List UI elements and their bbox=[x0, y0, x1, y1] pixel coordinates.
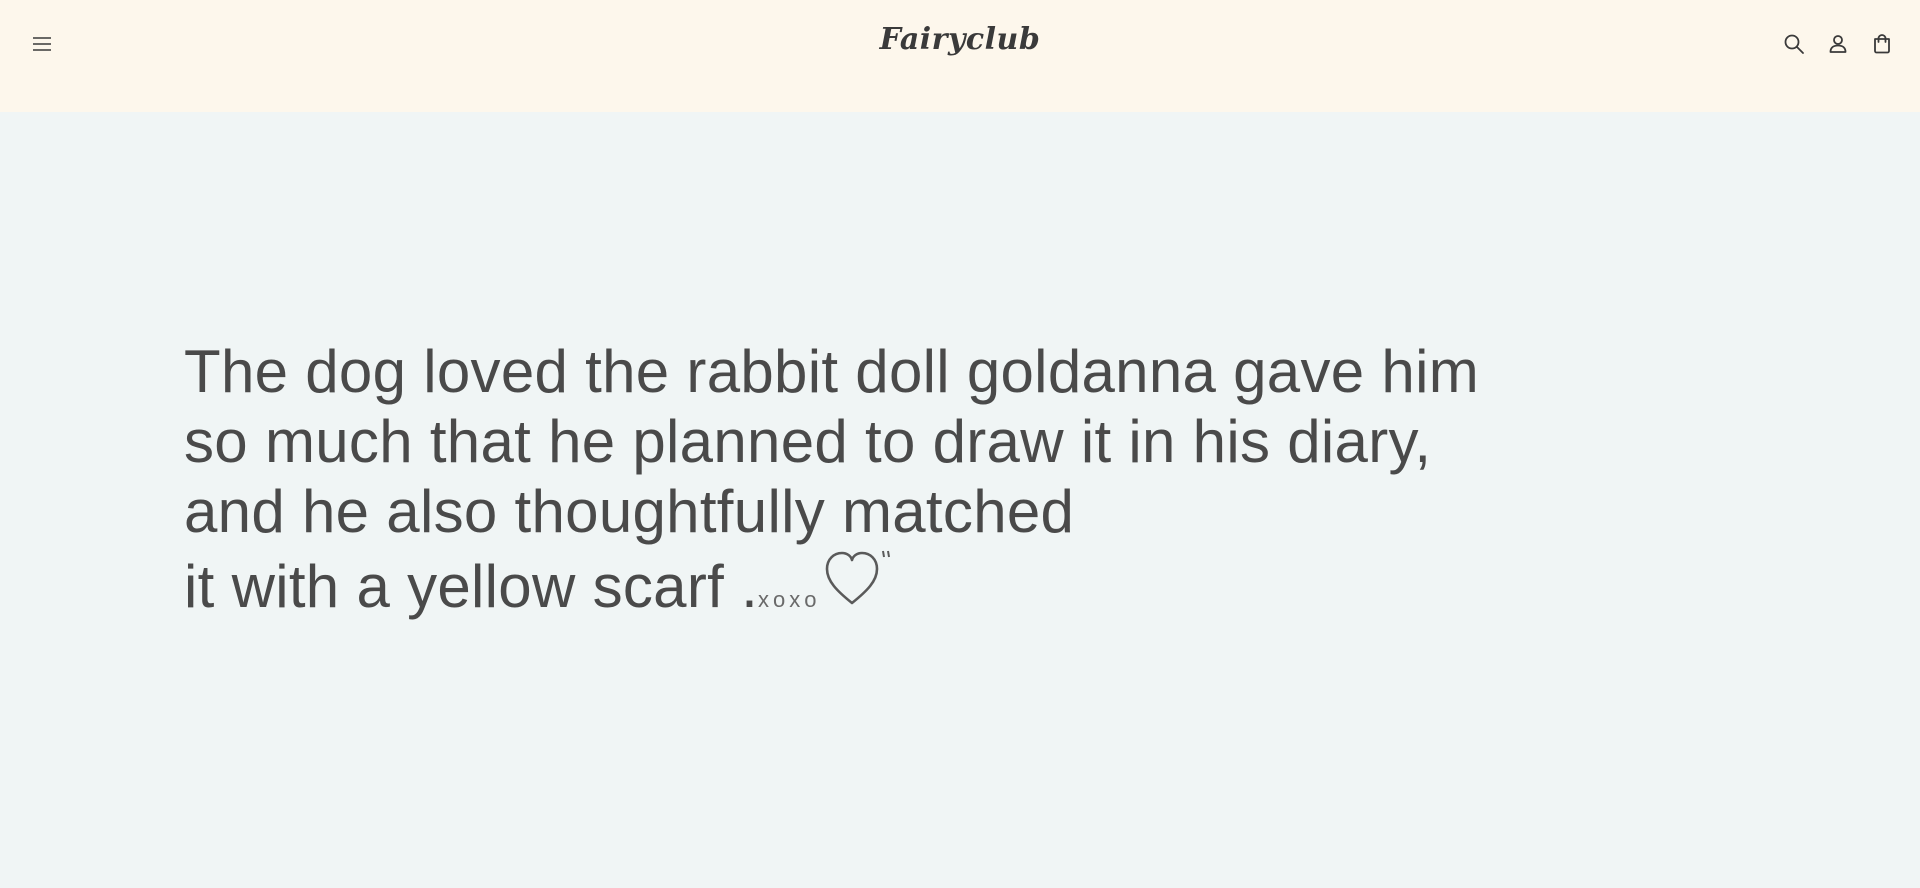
banner-line-4-text: it with a yellow scarf . bbox=[184, 553, 759, 620]
site-header: Fairyclub bbox=[0, 0, 1920, 112]
banner-line-2: so much that he planned to draw it in hi… bbox=[184, 408, 1432, 475]
header-actions bbox=[1778, 28, 1898, 60]
banner-line-3: and he also thoughtfully matched bbox=[184, 478, 1075, 545]
logo-link[interactable]: Fairyclub bbox=[880, 22, 1041, 57]
search-icon[interactable] bbox=[1778, 28, 1810, 60]
user-icon[interactable] bbox=[1822, 28, 1854, 60]
banner-line-4: it with a yellow scarf .xoxo bbox=[184, 547, 1479, 635]
banner-line-1: The dog loved the rabbit doll goldanna g… bbox=[184, 338, 1479, 405]
hero-banner[interactable]: The dog loved the rabbit doll goldanna g… bbox=[0, 112, 1920, 888]
heart-icon bbox=[823, 547, 895, 624]
cart-icon[interactable] bbox=[1866, 28, 1898, 60]
site-logo: Fairyclub bbox=[0, 22, 1920, 57]
xoxo-text: xoxo bbox=[758, 587, 821, 612]
banner-text: The dog loved the rabbit doll goldanna g… bbox=[184, 337, 1479, 635]
